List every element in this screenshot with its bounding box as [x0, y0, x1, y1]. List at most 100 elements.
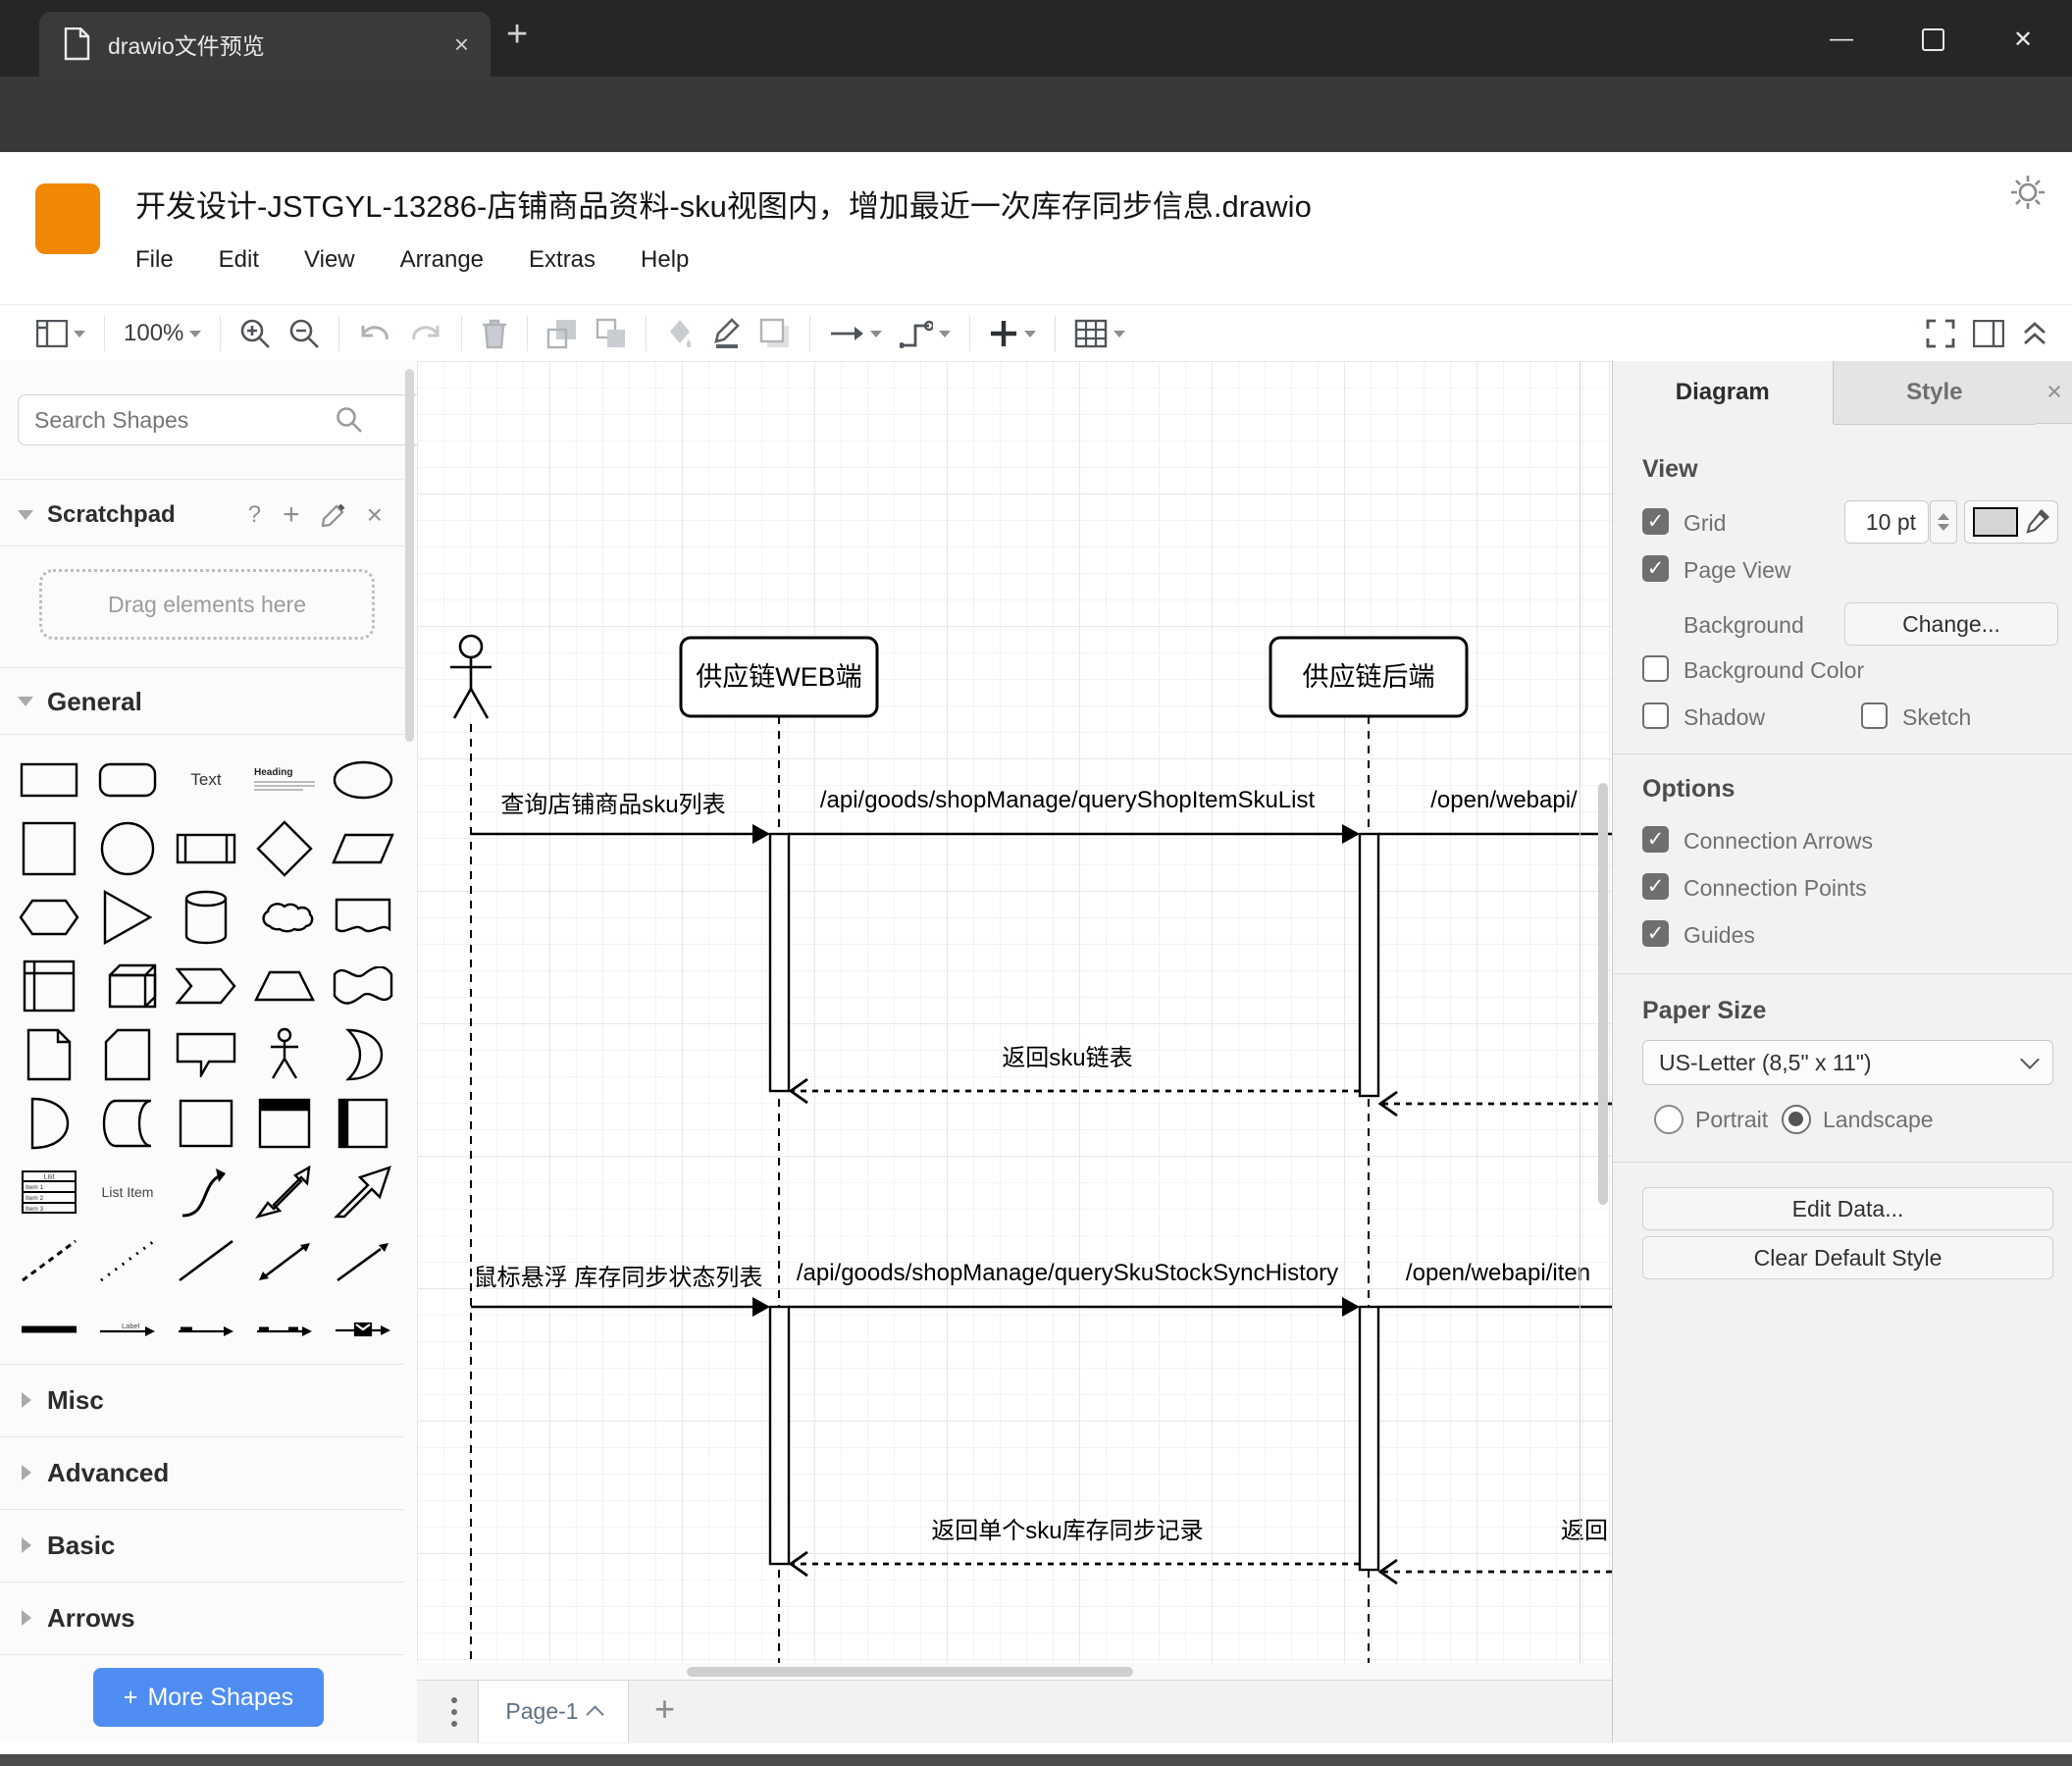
collapse-toolbar-button[interactable] [2013, 312, 2056, 355]
shape-note[interactable] [10, 1020, 88, 1089]
new-tab-button[interactable]: + [506, 14, 528, 56]
section-arrows[interactable]: Arrows [0, 1589, 404, 1646]
table-button[interactable] [1065, 312, 1134, 355]
shape-list-item[interactable]: List Item [88, 1158, 167, 1226]
insert-button[interactable] [980, 312, 1045, 355]
paper-size-select[interactable]: US-Letter (8,5" x 11") [1642, 1040, 2053, 1085]
view-mode-button[interactable] [27, 312, 94, 355]
shape-diamond[interactable] [245, 814, 324, 883]
shape-titled-container[interactable] [245, 1089, 324, 1158]
scratchpad-add-icon[interactable]: + [283, 498, 300, 532]
tab-style[interactable]: Style [1833, 361, 2037, 425]
connection-style-button[interactable] [820, 312, 891, 355]
shape-source-target-arrow[interactable] [245, 1295, 324, 1364]
zoom-level-button[interactable]: 100% [115, 312, 210, 355]
shape-hexagon[interactable] [10, 883, 88, 952]
shape-double-arrow-line[interactable] [245, 1226, 324, 1295]
shape-actor[interactable] [245, 1020, 324, 1089]
shape-text[interactable]: Text [167, 746, 245, 814]
shape-triangle[interactable] [88, 883, 167, 952]
scratchpad-close-icon[interactable]: × [367, 499, 383, 531]
menu-arrange[interactable]: Arrange [400, 246, 484, 274]
shape-document[interactable] [324, 883, 402, 952]
to-back-button[interactable] [587, 312, 636, 355]
shape-cube[interactable] [88, 952, 167, 1020]
page-view-checkbox[interactable]: ✓ [1642, 555, 1669, 582]
shadow-button[interactable] [751, 312, 800, 355]
zoom-in-button[interactable] [231, 312, 280, 355]
shape-big-arrow[interactable] [324, 1158, 402, 1226]
background-change-button[interactable]: Change... [1844, 602, 2058, 646]
shape-rounded-rectangle[interactable] [88, 746, 167, 814]
section-general[interactable]: General [0, 673, 404, 730]
shape-arrow-line[interactable] [324, 1226, 402, 1295]
shape-line[interactable] [167, 1226, 245, 1295]
line-color-button[interactable] [703, 312, 751, 355]
window-close-button[interactable]: ✕ [1994, 16, 2052, 63]
shape-container[interactable] [167, 1089, 245, 1158]
page-tab[interactable]: Page-1 [478, 1681, 629, 1742]
redo-button[interactable] [400, 312, 451, 355]
shape-rectangle[interactable] [10, 746, 88, 814]
shape-bold-line[interactable] [10, 1295, 88, 1364]
guides-checkbox[interactable]: ✓ [1642, 920, 1669, 947]
menu-edit[interactable]: Edit [219, 246, 259, 274]
shape-link-edge[interactable] [324, 1295, 402, 1364]
shape-heading[interactable]: ​Heading [245, 746, 324, 814]
actor-figure[interactable] [450, 634, 492, 719]
menu-help[interactable]: Help [641, 246, 689, 274]
section-misc[interactable]: Misc [0, 1372, 404, 1428]
activation-bar[interactable] [768, 1305, 791, 1566]
tab-diagram[interactable]: Diagram [1613, 361, 1834, 424]
shape-vertical-container[interactable] [324, 1089, 402, 1158]
grid-color-button[interactable] [1964, 500, 2058, 544]
sketch-checkbox[interactable] [1861, 702, 1888, 729]
activation-bar[interactable] [768, 832, 791, 1093]
undo-button[interactable] [349, 312, 400, 355]
shape-square[interactable] [10, 814, 88, 883]
add-page-button[interactable]: + [654, 1688, 675, 1730]
clear-default-style-button[interactable]: Clear Default Style [1642, 1236, 2053, 1279]
shape-curve[interactable] [167, 1158, 245, 1226]
scratchpad-header[interactable]: Scratchpad ? + × [0, 487, 404, 544]
shape-card[interactable] [88, 1020, 167, 1089]
shadow-checkbox[interactable] [1642, 702, 1669, 729]
shape-parallelogram[interactable] [324, 814, 402, 883]
pages-menu-icon[interactable] [444, 1692, 464, 1732]
shape-dashed-line[interactable] [10, 1226, 88, 1295]
to-front-button[interactable] [538, 312, 587, 355]
shape-source-arrow[interactable] [167, 1295, 245, 1364]
shape-cylinder[interactable] [167, 883, 245, 952]
waypoint-style-button[interactable] [891, 312, 959, 355]
menu-view[interactable]: View [304, 246, 355, 274]
menu-file[interactable]: File [135, 246, 174, 274]
diagram-canvas[interactable]: 供应链WEB端 供应链后端 查询店铺商品sku列表 /api/goods/sho… [417, 361, 1612, 1663]
grid-size-input[interactable] [1844, 500, 1929, 544]
shape-and[interactable] [10, 1089, 88, 1158]
sidebar-scrollbar[interactable] [405, 369, 414, 742]
activation-bar[interactable] [1358, 832, 1380, 1098]
shape-internal-storage[interactable] [10, 952, 88, 1020]
format-panel-toggle-button[interactable] [1964, 312, 2013, 355]
portrait-radio[interactable] [1654, 1105, 1684, 1134]
browser-tab[interactable]: drawio文件预览 × [39, 12, 491, 77]
grid-checkbox[interactable]: ✓ [1642, 508, 1669, 535]
scratchpad-help-icon[interactable]: ? [248, 501, 261, 529]
shape-circle[interactable] [88, 814, 167, 883]
connection-arrows-checkbox[interactable]: ✓ [1642, 826, 1669, 853]
section-basic[interactable]: Basic [0, 1517, 404, 1574]
shape-cloud[interactable] [245, 883, 324, 952]
zoom-out-button[interactable] [280, 312, 329, 355]
grid-size-stepper[interactable] [1930, 500, 1957, 544]
canvas-vertical-scrollbar[interactable] [1598, 783, 1608, 1205]
shape-bidirectional-arrow[interactable] [245, 1158, 324, 1226]
fill-color-button[interactable] [656, 312, 703, 355]
activation-bar[interactable] [1358, 1305, 1380, 1572]
scratchpad-edit-icon[interactable] [321, 503, 345, 527]
window-minimize-button[interactable]: — [1812, 16, 1871, 63]
shape-dotted-line[interactable] [88, 1226, 167, 1295]
edit-data-button[interactable]: Edit Data... [1642, 1187, 2053, 1230]
shape-trapezoid[interactable] [245, 952, 324, 1020]
fullscreen-button[interactable] [1917, 312, 1964, 355]
shape-ellipse[interactable] [324, 746, 402, 814]
